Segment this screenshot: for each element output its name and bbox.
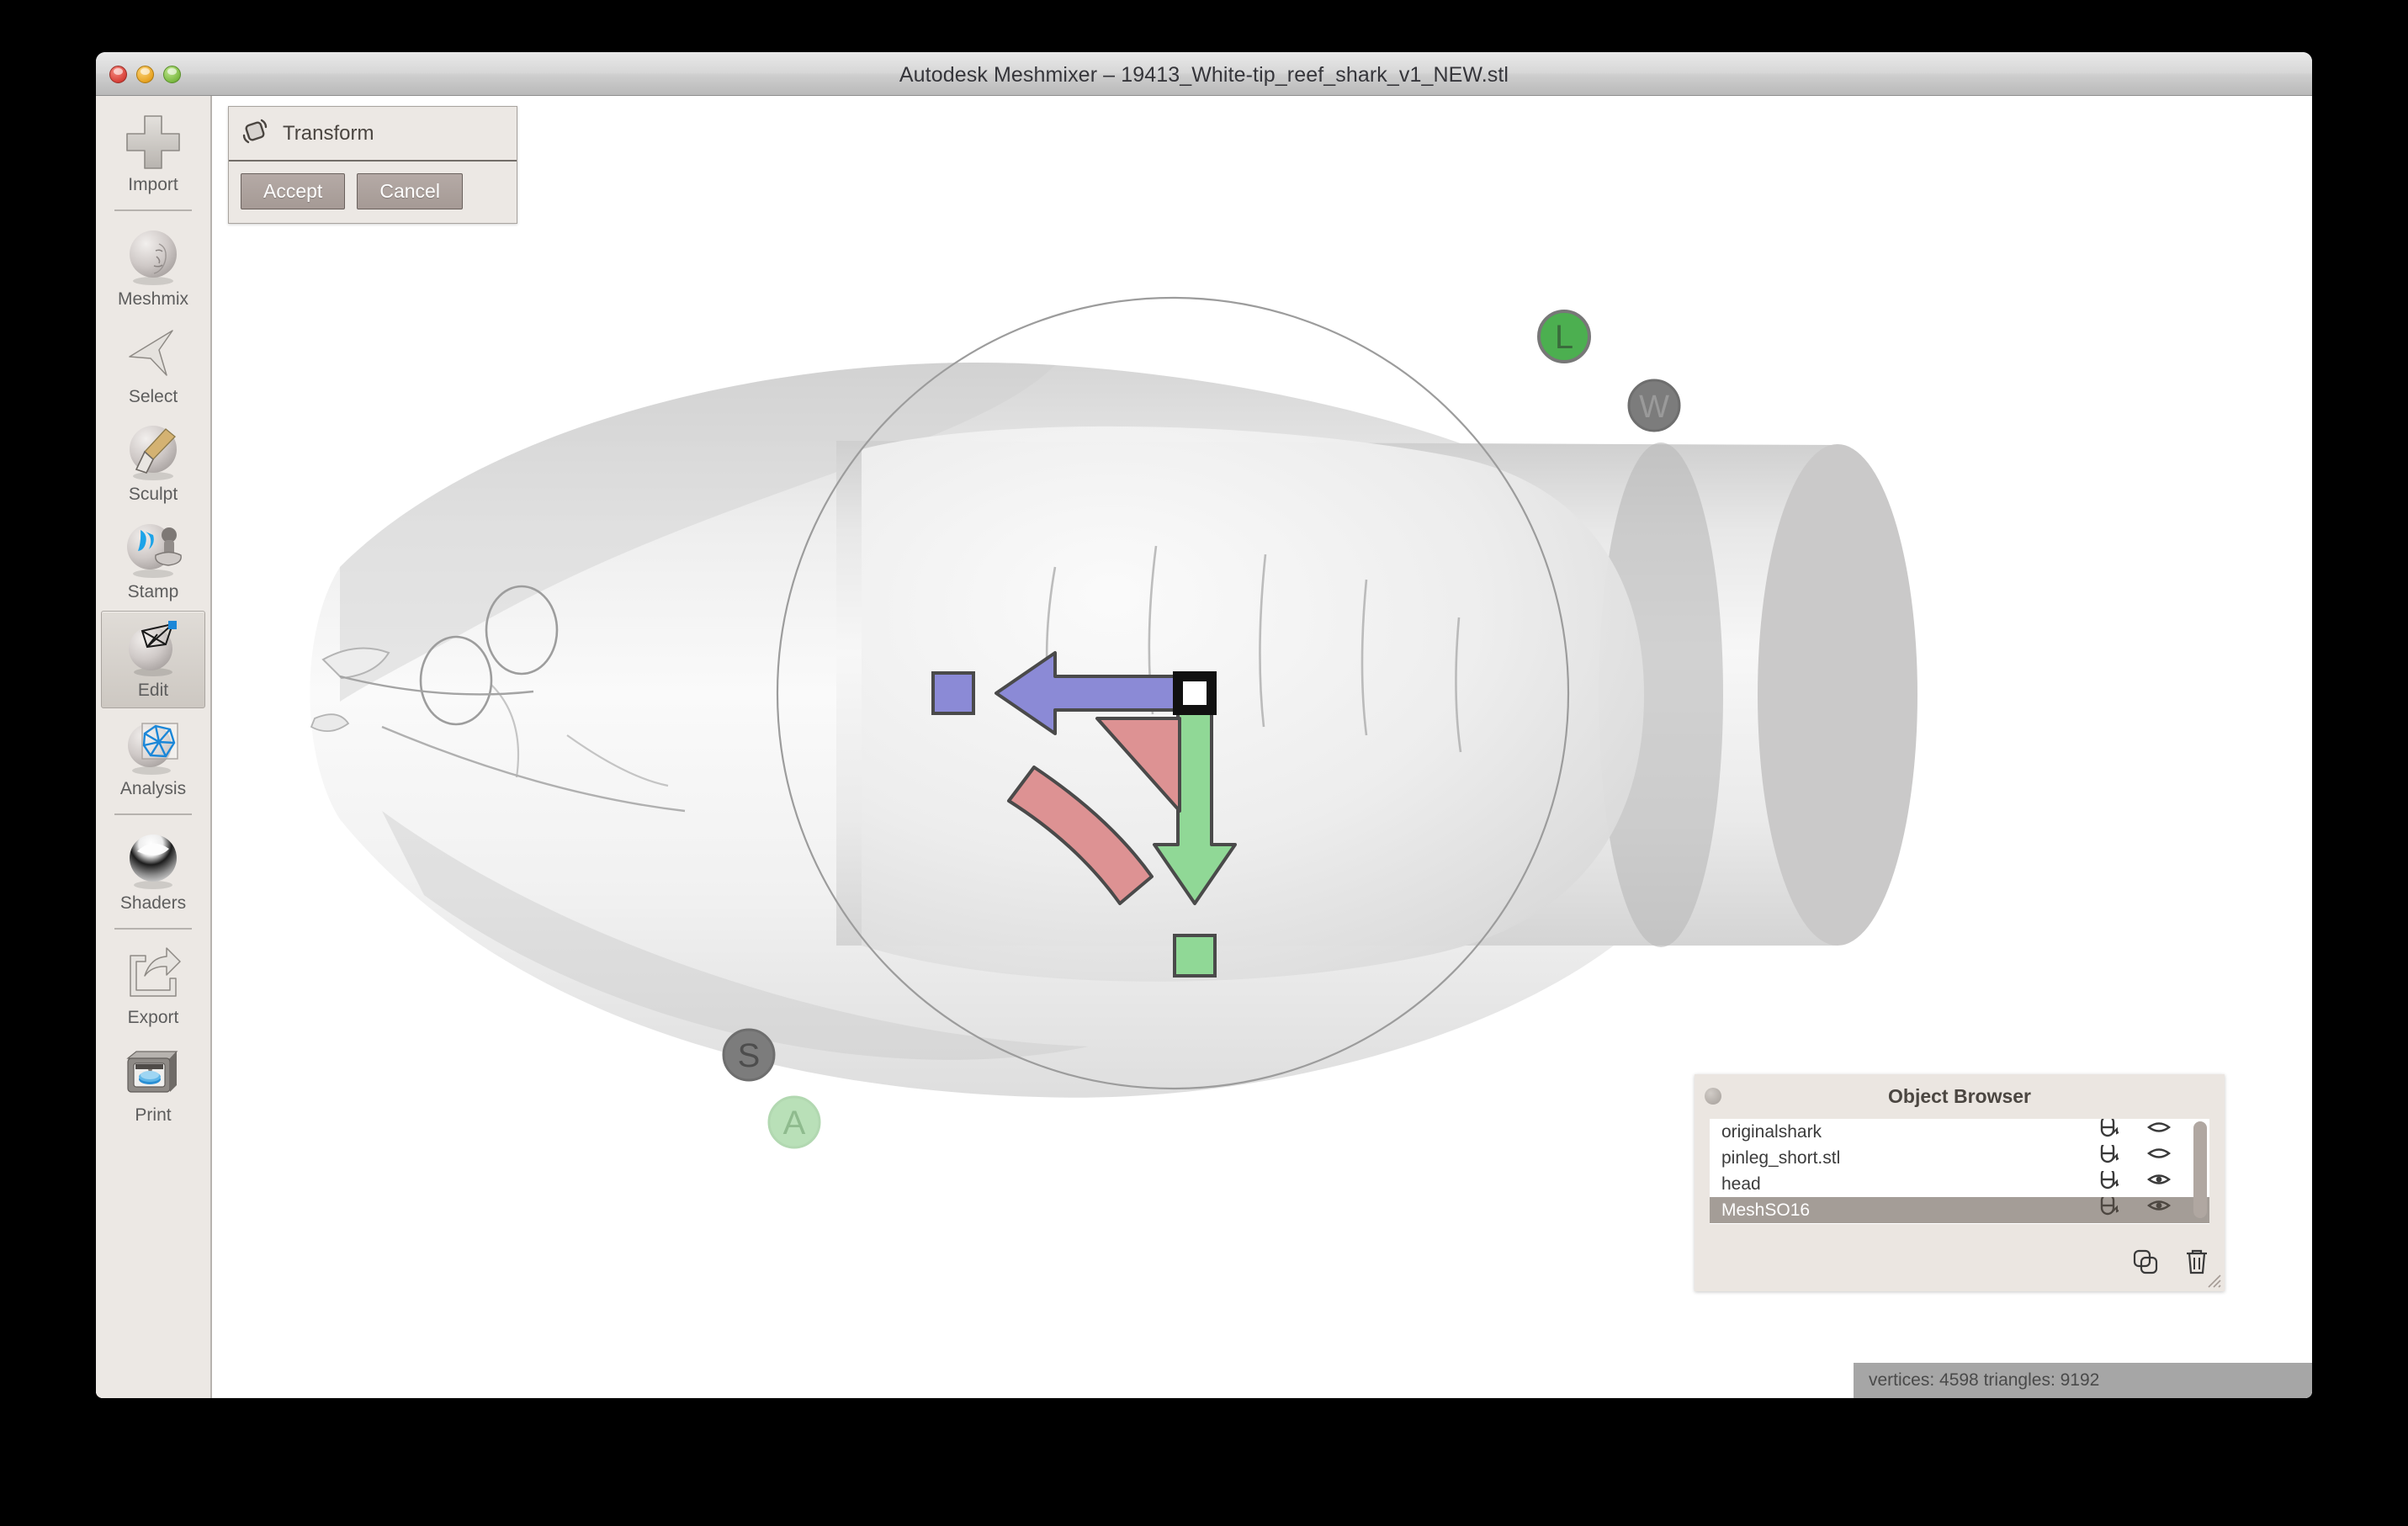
duplicate-icon[interactable] — [2132, 1248, 2159, 1280]
export-arrow-icon — [122, 944, 184, 1006]
axis-frame-badge[interactable]: A — [767, 1095, 821, 1149]
list-item[interactable]: originalshark — [1710, 1119, 2209, 1145]
cylinder-cap — [1758, 444, 1917, 946]
printer-icon — [122, 1041, 184, 1104]
magnet-icon[interactable] — [2097, 1119, 2121, 1145]
status-bar: vertices: 4598 triangles: 9192 — [1854, 1363, 2312, 1398]
magnet-icon[interactable] — [2097, 1141, 2121, 1171]
object-browser-title: Object Browser — [1888, 1085, 2031, 1107]
mesh-stats-text: vertices: 4598 triangles: 9192 — [1869, 1370, 2100, 1390]
shader-sphere-icon — [122, 829, 184, 892]
tool-rail: Import Meshmix Select Sculpt Stamp Edit … — [96, 96, 212, 1398]
object-browser-panel: Object Browser originalshark pinleg_shor… — [1695, 1074, 2225, 1291]
tool-label: Analysis — [119, 779, 187, 798]
cancel-button[interactable]: Cancel — [357, 173, 463, 209]
rail-divider — [114, 209, 192, 211]
window-title: Autodesk Meshmixer – 19413_White-tip_ree… — [899, 63, 1509, 87]
object-name: originalshark — [1721, 1121, 1822, 1142]
tool-label: Meshmix — [117, 289, 188, 309]
accept-button[interactable]: Accept — [241, 173, 346, 209]
wireframe-sphere-icon — [122, 715, 184, 777]
svg-text:L: L — [1555, 319, 1573, 356]
world-frame-badge[interactable]: W — [1627, 379, 1681, 432]
local-frame-badge[interactable]: L — [1537, 310, 1591, 363]
transform-panel-header: Transform — [229, 107, 517, 162]
eye-closed-icon[interactable] — [2146, 1145, 2172, 1171]
list-item[interactable]: head — [1710, 1167, 2209, 1197]
face-sphere-icon — [122, 225, 184, 288]
tool-item-export[interactable]: Export — [101, 939, 205, 1035]
title-bar: Autodesk Meshmixer – 19413_White-tip_ree… — [96, 52, 2312, 96]
tool-label: Select — [128, 387, 178, 406]
tool-item-print[interactable]: Print — [101, 1036, 205, 1132]
list-item[interactable]: pinleg_short.stl — [1710, 1141, 2209, 1171]
app-window: Autodesk Meshmixer – 19413_White-tip_ree… — [96, 52, 2312, 1398]
tool-label: Shaders — [119, 893, 187, 913]
tool-item-meshmix[interactable]: Meshmix — [101, 220, 205, 316]
center-handle-inner — [1183, 681, 1207, 705]
tool-item-shaders[interactable]: Shaders — [101, 824, 205, 920]
svg-text:S: S — [738, 1037, 761, 1074]
tool-label: Import — [128, 175, 178, 194]
translate-x-handle[interactable] — [931, 671, 975, 715]
transform-panel-actions: Accept Cancel — [229, 162, 517, 223]
transform-panel-title: Transform — [283, 121, 374, 145]
rail-divider — [114, 928, 192, 930]
tool-label: Stamp — [127, 582, 179, 601]
tool-item-select[interactable]: Select — [101, 318, 205, 414]
svg-text:A: A — [783, 1105, 806, 1142]
window-body: Import Meshmix Select Sculpt Stamp Edit … — [96, 96, 2312, 1398]
list-item[interactable]: MeshSO16 — [1710, 1193, 2209, 1223]
resize-grip-icon[interactable] — [2204, 1270, 2222, 1289]
head-mesh — [862, 426, 1644, 982]
object-browser-scrollbar[interactable] — [2193, 1121, 2207, 1218]
svg-text:W: W — [1639, 389, 1669, 425]
object-name: head — [1721, 1174, 1761, 1194]
close-icon[interactable] — [1705, 1088, 1721, 1105]
magnet-icon[interactable] — [2097, 1193, 2121, 1223]
stamp-sphere-icon — [122, 518, 184, 580]
cursor-arrow-icon — [122, 323, 184, 385]
brush-sphere-icon — [122, 421, 184, 483]
object-name: MeshSO16 — [1721, 1200, 1811, 1220]
eye-open-icon[interactable] — [2146, 1197, 2172, 1223]
tool-label: Sculpt — [128, 485, 178, 504]
tool-label: Print — [135, 1105, 172, 1125]
tool-item-edit[interactable]: Edit — [101, 611, 205, 708]
tool-item-stamp[interactable]: Stamp — [101, 513, 205, 609]
plus-icon — [122, 111, 184, 173]
object-browser-list[interactable]: originalshark pinleg_short.stl head Mesh… — [1710, 1119, 2209, 1224]
tool-item-import[interactable]: Import — [101, 106, 205, 202]
rail-divider — [114, 813, 192, 815]
tool-item-sculpt[interactable]: Sculpt — [101, 416, 205, 511]
tool-label: Export — [127, 1008, 179, 1027]
tool-label: Edit — [137, 681, 169, 700]
mesh-sphere-icon — [122, 617, 184, 679]
eye-closed-icon[interactable] — [2146, 1119, 2172, 1145]
eye-open-icon[interactable] — [2146, 1171, 2172, 1197]
object-name: pinleg_short.stl — [1721, 1147, 1841, 1168]
tool-item-analysis[interactable]: Analysis — [101, 710, 205, 806]
screen-frame-badge[interactable]: S — [722, 1028, 776, 1082]
transform-panel: Transform Accept Cancel — [228, 106, 517, 224]
transform-icon — [241, 117, 269, 150]
object-browser-footer — [2132, 1248, 2209, 1280]
translate-y-handle[interactable] — [1173, 934, 1217, 978]
magnet-icon[interactable] — [2097, 1167, 2121, 1197]
